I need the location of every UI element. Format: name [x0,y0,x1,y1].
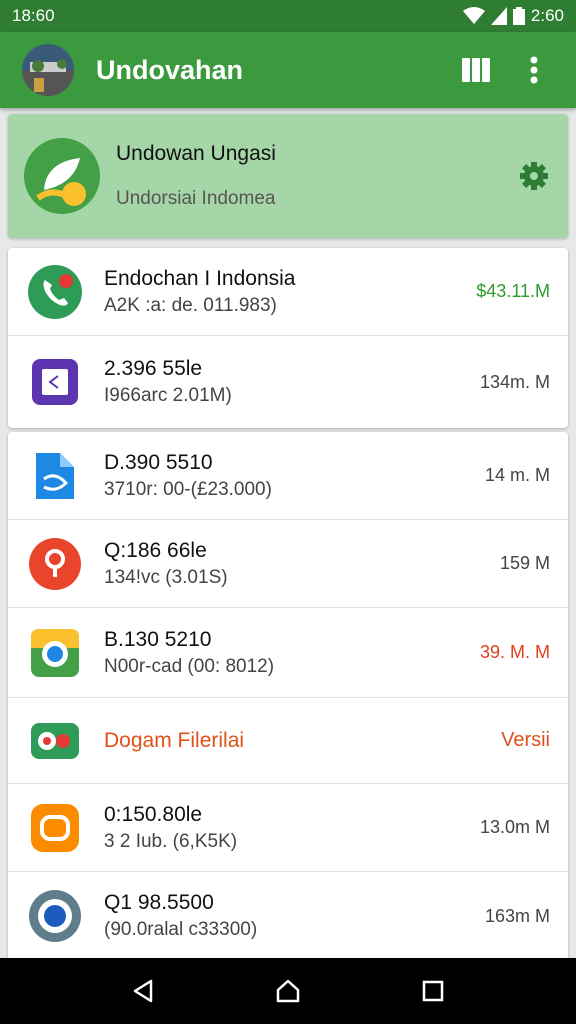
back-button[interactable] [119,967,167,1015]
status-time-left: 18:60 [12,6,55,25]
header-subtitle: Undorsiai Indomea [116,188,276,209]
wifi-icon [462,7,485,25]
columns-view-button[interactable] [456,50,496,90]
item-title: Q:186 66le [104,538,207,562]
item-title: B.130 5210 [104,627,212,651]
list-item[interactable]: 2.396 55le I966arc 2.01M) 134m. M [8,336,568,428]
item-subtitle: I966arc 2.01M) [104,385,232,406]
chrome-like-icon [28,626,82,680]
avatar[interactable] [22,44,74,96]
status-bar: 18:60 2:60 [0,0,576,32]
camera-icon [28,889,82,943]
list-item[interactable]: D.390 5510 3710r: 00-(£23.000) 14 m. M [8,432,568,520]
item-title: Dogam Filerilai [104,728,245,752]
gear-icon [520,162,548,190]
toggle-app-icon [28,714,82,768]
list-item[interactable]: Endochan I Indonsia A2K :a: de. 011.983)… [8,248,568,336]
item-subtitle: (90.0ralal c33300) [104,919,258,940]
leaf-logo-icon [24,138,100,214]
item-title: 0:150.80le [104,802,203,826]
home-button[interactable] [264,967,312,1015]
more-vert-icon [530,56,538,84]
status-time-right: 2:60 [530,6,564,25]
red-pin-icon [28,537,82,591]
columns-icon [462,58,490,82]
item-title: D.390 5510 [104,450,213,474]
item-size: 134m. M [479,371,550,392]
overflow-menu-button[interactable] [514,50,554,90]
list-item[interactable]: 0:150.80le 3 2 Iub. (6,K5K) 13.0m M [8,784,568,872]
item-subtitle: N00r-cad (00: 8012) [104,655,275,677]
list-card-bottom: D.390 5510 3710r: 00-(£23.000) 14 m. M Q… [8,432,568,960]
square-icon [423,980,444,1002]
recents-button[interactable] [409,967,457,1015]
item-size: 163m M [484,905,550,926]
blue-app-icon [28,449,82,503]
list-item[interactable]: Dogam Filerilai Versii [8,698,568,784]
app-bar: Undovahan [0,32,576,108]
item-subtitle: A2K :a: de. 011.983) [104,294,277,316]
item-size: 14 m. M [484,465,550,485]
list-card-top: Endochan I Indonsia A2K :a: de. 011.983)… [8,248,568,428]
list-item[interactable]: Q1 98.5500 (90.0ralal c33300) 163m M [8,872,568,960]
item-size: 13.0m M [479,817,550,837]
back-triangle-icon [133,979,152,1003]
item-version: Versii [501,729,550,751]
header-title: Undowan Ungasi [116,142,276,165]
signal-icon [490,7,507,25]
item-size: 39. M. M [479,642,550,662]
battery-icon [512,7,525,25]
item-size: 159 M [499,553,550,573]
item-title: Q1 98.5500 [104,891,214,914]
item-subtitle: 3 2 Iub. (6,K5K) [104,830,238,852]
item-title: 2.396 55le [104,357,203,380]
orange-app-icon [28,801,82,855]
item-size: $43.11.M [476,281,550,301]
navigation-bar [0,958,576,1024]
item-subtitle: 3710r: 00-(£23.000) [104,478,272,500]
item-subtitle: 134!vc (3.01S) [104,566,228,588]
home-icon [276,979,300,1003]
list-item[interactable]: B.130 5210 N00r-cad (00: 8012) 39. M. M [8,608,568,698]
phone-icon [28,264,82,319]
settings-button[interactable] [516,158,552,194]
list-item[interactable]: Q:186 66le 134!vc (3.01S) 159 M [8,520,568,608]
item-title: Endochan I Indonsia [104,266,296,290]
app-title: Undovahan [96,54,244,85]
purple-app-icon [28,355,82,409]
header-card[interactable]: Undowan Ungasi Undorsiai Indomea [8,114,568,238]
